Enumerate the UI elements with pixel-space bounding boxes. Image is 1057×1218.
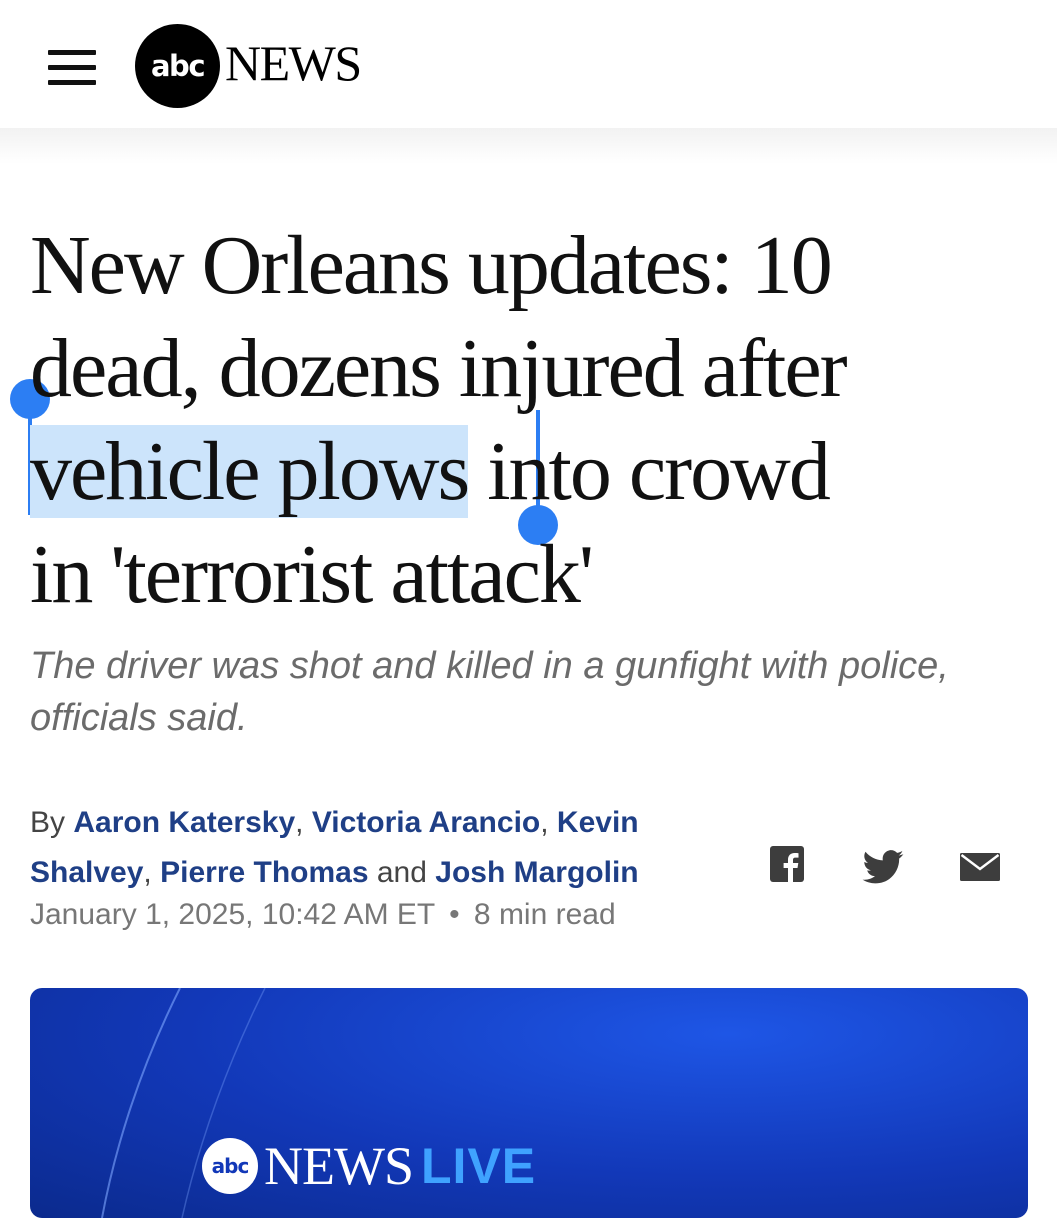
news-wordmark: NEWS	[225, 35, 362, 91]
video-player[interactable]: abc NEWS LIVE	[30, 988, 1028, 1218]
byline: By Aaron Katersky, Victoria Arancio, Kev…	[30, 798, 710, 898]
abc-news-logo[interactable]: abc NEWS	[135, 24, 405, 108]
article-subheading: The driver was shot and killed in a gunf…	[30, 645, 949, 739]
email-icon[interactable]	[960, 853, 1000, 897]
author-link[interactable]: Victoria Arancio	[312, 806, 540, 839]
meta-bullet: •	[449, 898, 460, 931]
author-link[interactable]: Josh Margolin	[435, 856, 638, 889]
byline-separator: ,	[540, 806, 549, 839]
byline-and: and	[376, 856, 427, 889]
headline-line: dead, dozens injured after	[30, 322, 848, 415]
facebook-icon[interactable]	[770, 846, 804, 890]
byline-prefix: By	[30, 806, 66, 839]
author-link[interactable]: Pierre Thomas	[160, 856, 368, 889]
hamburger-menu-icon[interactable]	[48, 50, 98, 85]
live-wordmark: LIVE	[420, 1138, 537, 1194]
headline-line: in 'terrorist attack'	[30, 528, 594, 621]
abc-logo-mark: abc	[202, 1138, 258, 1194]
headline-text: into crowd	[468, 425, 831, 518]
byline-separator: ,	[143, 856, 152, 889]
read-time: 8 min read	[473, 898, 616, 931]
article-headline: New Orleans updates: 10 dead, dozens inj…	[30, 214, 1040, 626]
news-wordmark: NEWS	[264, 1136, 414, 1196]
abc-news-live-logo: abc NEWS LIVE	[202, 1136, 537, 1196]
author-link[interactable]: Aaron Katersky	[73, 806, 295, 839]
article-meta: January 1, 2025, 10:42 AM ET • 8 min rea…	[30, 893, 616, 937]
twitter-icon[interactable]	[862, 850, 904, 894]
site-header: abc NEWS	[0, 0, 1057, 128]
publish-date: January 1, 2025, 10:42 AM ET	[30, 898, 435, 931]
byline-separator: ,	[295, 806, 304, 839]
abc-logo-mark: abc	[135, 24, 220, 108]
header-shadow	[0, 128, 1057, 164]
headline-line: New Orleans updates: 10	[30, 219, 833, 312]
selected-text[interactable]: vehicle plows	[30, 425, 470, 518]
headline-line: vehicle plows into crowd	[30, 420, 1040, 523]
